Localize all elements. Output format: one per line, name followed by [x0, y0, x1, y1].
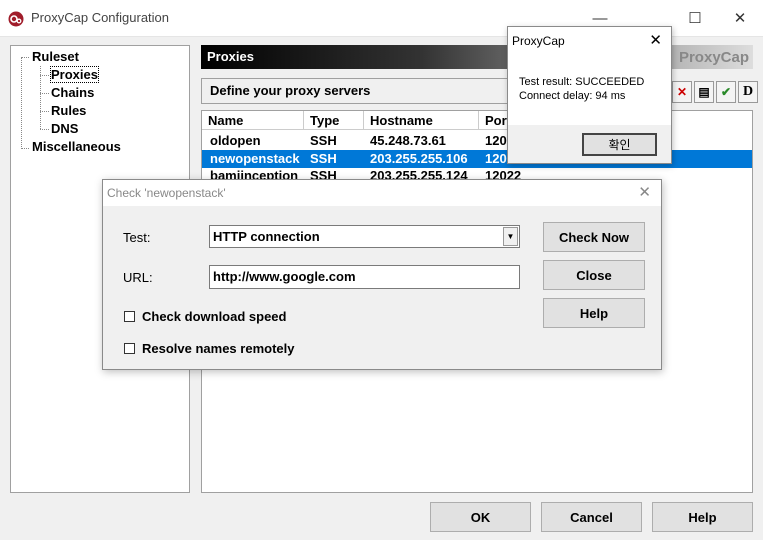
column-header-type[interactable]: Type: [304, 111, 364, 130]
cell-port: 120: [485, 151, 507, 166]
url-label: URL:: [123, 270, 153, 285]
proxy-toolbar: ✕ ▤ ✔ D: [672, 81, 758, 105]
dialog-title: Check 'newopenstack': [107, 186, 226, 200]
test-result-popup: ProxyCap ✕ Test result: SUCCEEDED Connec…: [507, 26, 672, 164]
minimize-icon: —: [592, 9, 608, 27]
delete-proxy-button[interactable]: ✕: [672, 81, 692, 103]
test-result-text: Test result: SUCCEEDED: [519, 76, 645, 88]
default-proxy-button[interactable]: D: [738, 81, 758, 103]
close-icon: ✕: [733, 10, 747, 27]
column-header-hostname[interactable]: Hostname: [364, 111, 479, 130]
delete-icon: ✕: [676, 85, 688, 99]
resolve-remotely-label[interactable]: Resolve names remotely: [142, 341, 294, 356]
check-icon: ✔: [720, 85, 732, 99]
dialog-close-button[interactable]: Close: [543, 260, 645, 290]
ok-button[interactable]: OK: [430, 502, 531, 532]
properties-button[interactable]: ▤: [694, 81, 714, 103]
maximize-button[interactable]: ☐: [672, 4, 718, 32]
tree-item-ruleset[interactable]: Ruleset: [32, 49, 79, 64]
help-button[interactable]: Help: [652, 502, 753, 532]
dialog-title-bar: Check 'newopenstack' ✕: [103, 180, 661, 206]
test-type-value: HTTP connection: [213, 229, 320, 244]
cancel-button[interactable]: Cancel: [541, 502, 642, 532]
tree-item-proxies[interactable]: Proxies: [50, 66, 99, 83]
default-label: D: [742, 84, 754, 99]
check-download-speed-checkbox[interactable]: [124, 311, 135, 322]
popup-title: ProxyCap: [512, 34, 565, 48]
chevron-down-icon[interactable]: ▼: [503, 227, 518, 246]
popup-body: Test result: SUCCEEDED Connect delay: 94…: [508, 55, 671, 125]
check-now-button[interactable]: Check Now: [543, 222, 645, 252]
cell-name: newopenstack: [210, 151, 300, 166]
popup-title-bar: ProxyCap ✕: [508, 27, 671, 55]
confirm-button[interactable]: 확인: [582, 133, 657, 156]
check-download-speed-label[interactable]: Check download speed: [142, 309, 286, 324]
window-title: ProxyCap Configuration: [31, 10, 170, 25]
test-label: Test:: [123, 230, 151, 245]
tree-item-miscellaneous[interactable]: Miscellaneous: [32, 139, 121, 154]
close-button[interactable]: ✕: [717, 4, 763, 32]
popup-close-icon[interactable]: ✕: [649, 31, 662, 49]
column-header-name[interactable]: Name: [202, 111, 304, 130]
cell-name: oldopen: [210, 133, 261, 148]
cell-type: SSH: [310, 151, 337, 166]
url-input[interactable]: http://www.google.com: [209, 265, 520, 289]
dialog-close-icon[interactable]: ✕: [638, 183, 651, 201]
url-value: http://www.google.com: [213, 269, 356, 284]
tree-item-dns[interactable]: DNS: [51, 121, 78, 136]
properties-icon: ▤: [698, 85, 710, 99]
cell-hostname: 45.248.73.61: [370, 133, 446, 148]
maximize-icon: ☐: [688, 10, 702, 27]
cell-port: 120: [485, 133, 507, 148]
cell-hostname: 203.255.255.106: [370, 151, 468, 166]
proxycap-logo: ProxyCap: [678, 49, 749, 66]
dialog-help-button[interactable]: Help: [543, 298, 645, 328]
cell-type: SSH: [310, 133, 337, 148]
define-proxies-label: Define your proxy servers: [201, 78, 508, 104]
resolve-remotely-checkbox[interactable]: [124, 343, 135, 354]
test-type-select[interactable]: HTTP connection ▼: [209, 225, 520, 248]
tree-item-chains[interactable]: Chains: [51, 85, 94, 100]
tree-item-rules[interactable]: Rules: [51, 103, 86, 118]
proxycap-app-icon: [8, 11, 24, 27]
check-proxy-button[interactable]: ✔: [716, 81, 736, 103]
check-proxy-dialog: Check 'newopenstack' ✕ Test: HTTP connec…: [102, 179, 662, 370]
connect-delay-text: Connect delay: 94 ms: [519, 90, 626, 102]
